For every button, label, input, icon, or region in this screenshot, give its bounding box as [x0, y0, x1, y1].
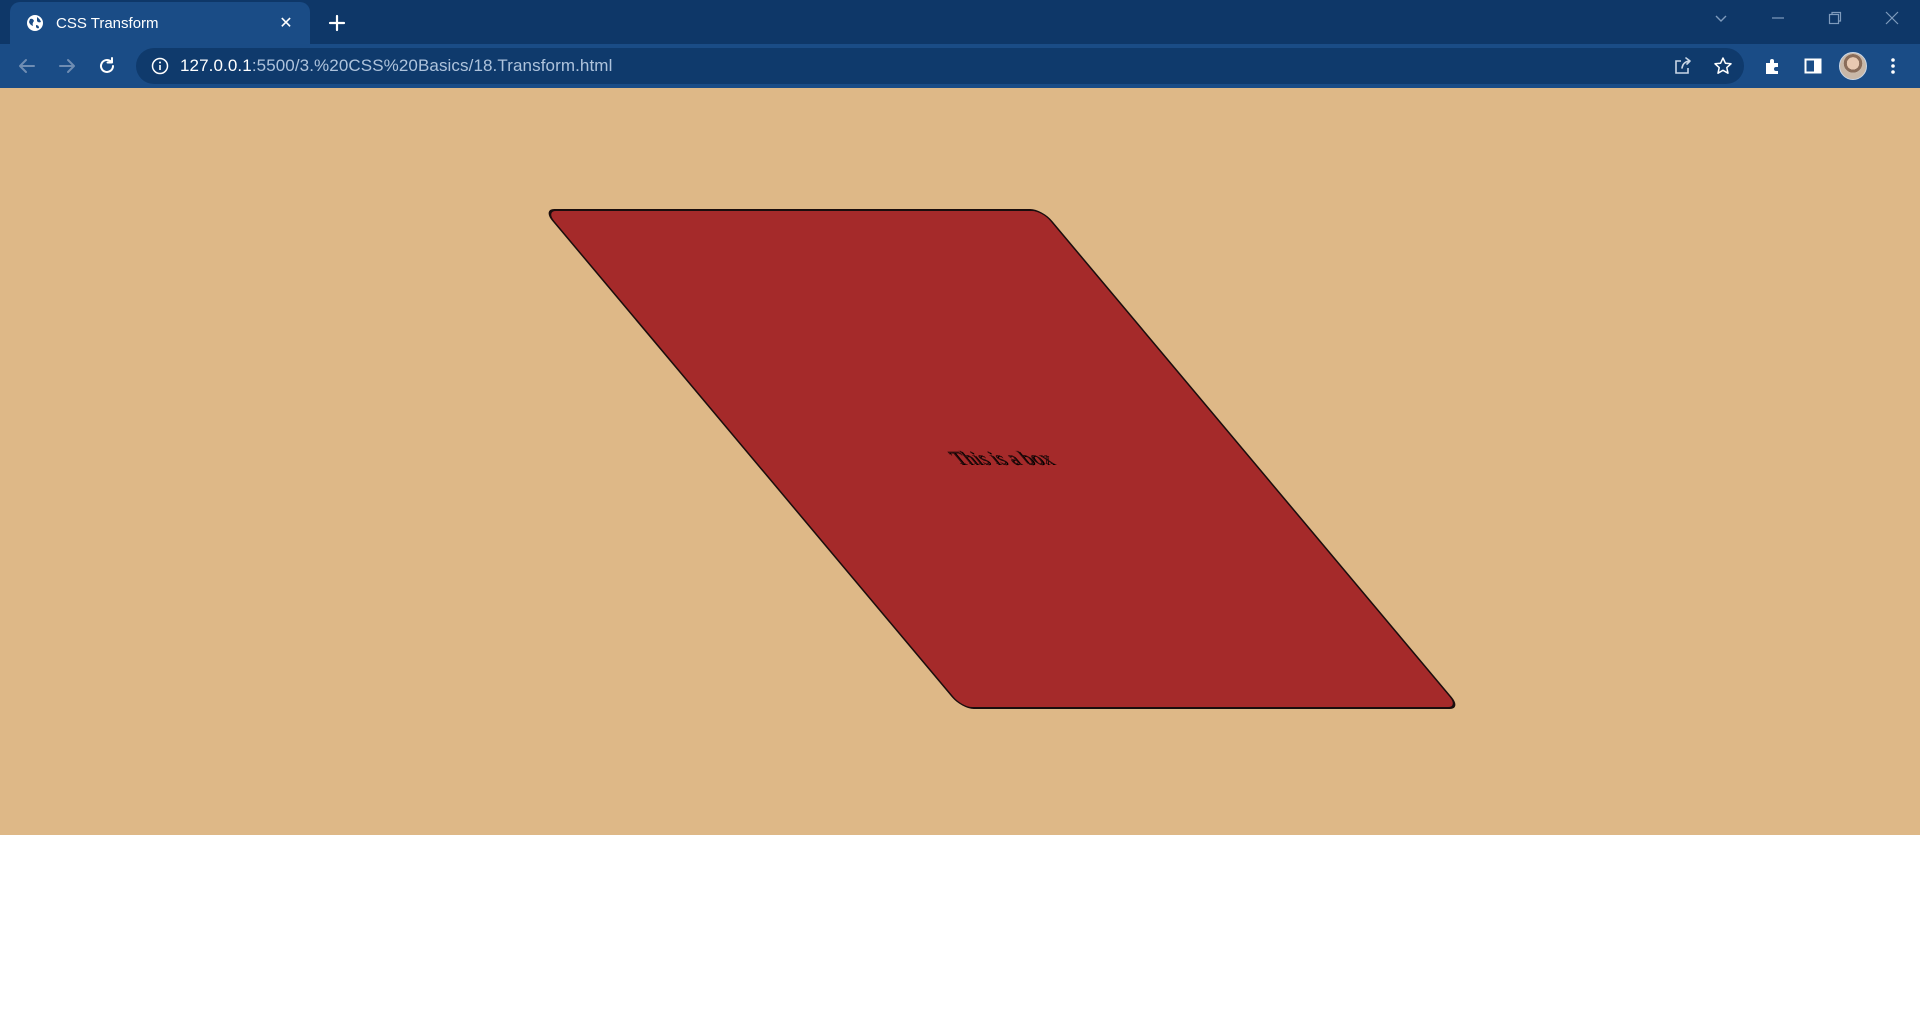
box-text: This is a box: [943, 448, 1060, 469]
extensions-button[interactable]: [1758, 51, 1788, 81]
browser-chrome: CSS Transform ✕ 127.0.0.1:5500/3.%20CSS%…: [0, 0, 1920, 88]
reload-button[interactable]: [92, 51, 122, 81]
minimize-button[interactable]: [1749, 0, 1806, 36]
url-path: :5500/3.%20CSS%20Basics/18.Transform.htm…: [251, 56, 613, 75]
page-body: This is a box: [0, 88, 1920, 835]
tab-title: CSS Transform: [56, 14, 159, 32]
reload-icon: [100, 57, 114, 73]
close-window-button[interactable]: [1863, 0, 1920, 36]
puzzle-icon: [1766, 59, 1778, 74]
page-viewport: This is a box: [0, 88, 1920, 1020]
tab-css-transform[interactable]: CSS Transform ✕: [10, 2, 310, 44]
avatar: [1839, 52, 1867, 80]
profile-button[interactable]: [1838, 51, 1868, 81]
star-icon: [1714, 57, 1732, 74]
address-bar[interactable]: 127.0.0.1:5500/3.%20CSS%20Basics/18.Tran…: [136, 48, 1744, 84]
back-button[interactable]: [12, 51, 42, 81]
minimize-icon: [1771, 17, 1784, 19]
forward-button[interactable]: [52, 51, 82, 81]
browser-menu-button[interactable]: [1878, 51, 1908, 81]
close-icon: [1885, 11, 1898, 25]
address-bar-actions: [1668, 51, 1738, 81]
restore-button[interactable]: [1806, 0, 1863, 36]
url-text[interactable]: 127.0.0.1:5500/3.%20CSS%20Basics/18.Tran…: [180, 56, 612, 76]
kebab-menu-icon: [1891, 58, 1895, 74]
arrow-left-icon: [19, 59, 35, 73]
chevron-down-icon: [1715, 15, 1726, 22]
url-host: 127.0.0.1: [180, 56, 252, 75]
info-icon[interactable]: [150, 56, 170, 76]
bookmark-button[interactable]: [1708, 51, 1738, 81]
share-icon: [1675, 57, 1691, 74]
new-tab-button[interactable]: [324, 10, 350, 36]
skewed-box: This is a box: [542, 209, 1462, 709]
tab-search-button[interactable]: [1692, 0, 1749, 36]
tab-strip: CSS Transform ✕: [0, 0, 1920, 44]
share-button[interactable]: [1668, 51, 1698, 81]
window-controls: [1692, 0, 1920, 36]
globe-icon: [26, 14, 44, 32]
plus-icon: [328, 14, 346, 32]
restore-icon: [1828, 11, 1841, 25]
side-panel-icon: [1804, 58, 1822, 74]
tab-close-icon[interactable]: ✕: [276, 13, 296, 33]
browser-toolbar: 127.0.0.1:5500/3.%20CSS%20Basics/18.Tran…: [0, 44, 1920, 88]
arrow-right-icon: [59, 59, 75, 73]
side-panel-button[interactable]: [1798, 51, 1828, 81]
